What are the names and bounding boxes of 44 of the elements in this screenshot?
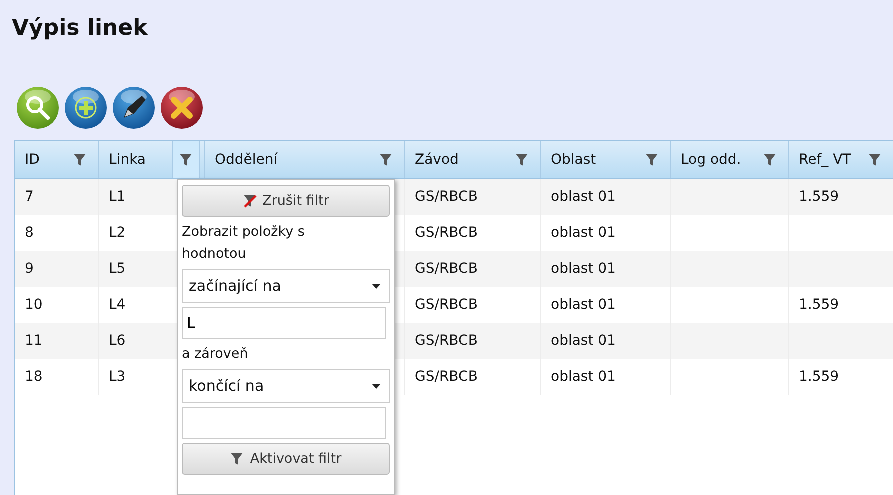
clear-filter-icon xyxy=(242,194,257,208)
column-label: Závod xyxy=(415,152,460,168)
table-cell: 9 xyxy=(15,251,99,287)
filter-icon xyxy=(515,152,529,166)
filter-icon xyxy=(73,152,87,166)
column-label: Ref_ VT xyxy=(799,152,852,168)
column-label: Log odd. xyxy=(681,152,742,168)
caret-icon xyxy=(372,284,381,288)
table-cell: oblast 01 xyxy=(541,179,671,215)
table-cell: GS/RBCB xyxy=(405,179,541,215)
table-cell: oblast 01 xyxy=(541,251,671,287)
filter-icon xyxy=(230,452,244,466)
page-title: Výpis linek xyxy=(11,15,149,43)
add-icon[interactable] xyxy=(64,86,108,130)
operator-dropdown[interactable]: začínající na xyxy=(182,269,390,303)
table-cell: oblast 01 xyxy=(541,359,671,395)
column-label: ID xyxy=(25,152,41,168)
clear-filter-button[interactable]: Zrušit filtr xyxy=(182,185,390,217)
filter-value-field[interactable]: L xyxy=(182,307,386,339)
caret-icon xyxy=(372,384,381,388)
filter-icon xyxy=(868,152,882,166)
table-cell: GS/RBCB xyxy=(405,359,541,395)
operator-dropdown[interactable]: končící na xyxy=(182,369,390,403)
search-icon[interactable] xyxy=(16,86,60,130)
column-label: Linka xyxy=(109,152,148,168)
column-label: Oddělení xyxy=(215,152,279,168)
table-cell: GS/RBCB xyxy=(405,323,541,359)
filter-icon xyxy=(379,152,393,166)
table-cell: 1.559 xyxy=(789,359,893,395)
table-cell: 11 xyxy=(15,323,99,359)
filter-icon xyxy=(645,152,659,166)
filter-icon xyxy=(763,152,777,166)
table-cell: 18 xyxy=(15,359,99,395)
filter-button[interactable] xyxy=(172,141,200,178)
filter-icon xyxy=(179,152,193,166)
table-cell: 7 xyxy=(15,179,99,215)
apply-filter-button[interactable]: Aktivovat filtr xyxy=(182,443,390,475)
delete-icon[interactable] xyxy=(160,86,204,130)
table-cell: oblast 01 xyxy=(541,323,671,359)
column-label: Oblast xyxy=(551,152,598,168)
table-cell: GS/RBCB xyxy=(405,251,541,287)
filter-value-field[interactable] xyxy=(182,407,386,439)
pen-icon[interactable] xyxy=(112,86,156,130)
table-cell: 1.559 xyxy=(789,179,893,215)
